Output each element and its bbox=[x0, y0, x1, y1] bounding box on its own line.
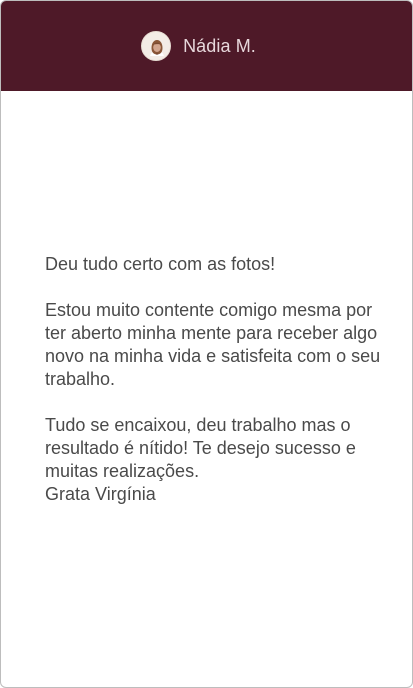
message-line: novo na minha vida e satisfeita com o se… bbox=[45, 346, 381, 366]
message-line: Estou muito contente comigo mesma por bbox=[45, 300, 373, 320]
person-avatar-icon bbox=[142, 32, 171, 60]
message-line: ter aberto minha mente para receber algo bbox=[45, 323, 378, 343]
message-paragraph: Deu tudo certo com as fotos! bbox=[45, 253, 395, 276]
message-body: Deu tudo certo com as fotos! Estou muito… bbox=[1, 91, 412, 506]
card-header: Nádia M. bbox=[1, 1, 412, 91]
message-line: Deu tudo certo com as fotos! bbox=[45, 254, 276, 274]
message-line: muitas realizações. bbox=[45, 461, 200, 481]
avatar bbox=[141, 31, 172, 61]
message-line: trabalho. bbox=[45, 369, 116, 389]
author-name: Nádia M. bbox=[183, 35, 256, 56]
message-paragraph: Estou muito contente comigo mesma por te… bbox=[45, 299, 395, 391]
testimonial-card: Nádia M. Deu tudo certo com as fotos! Es… bbox=[0, 0, 413, 688]
message-line: Tudo se encaixou, deu trabalho mas o bbox=[45, 415, 351, 435]
message-paragraph: Tudo se encaixou, deu trabalho mas o res… bbox=[45, 414, 395, 506]
message-line: resultado é nítido! Te desejo sucesso e bbox=[45, 438, 356, 458]
message-line: Grata Virgínia bbox=[45, 484, 156, 504]
